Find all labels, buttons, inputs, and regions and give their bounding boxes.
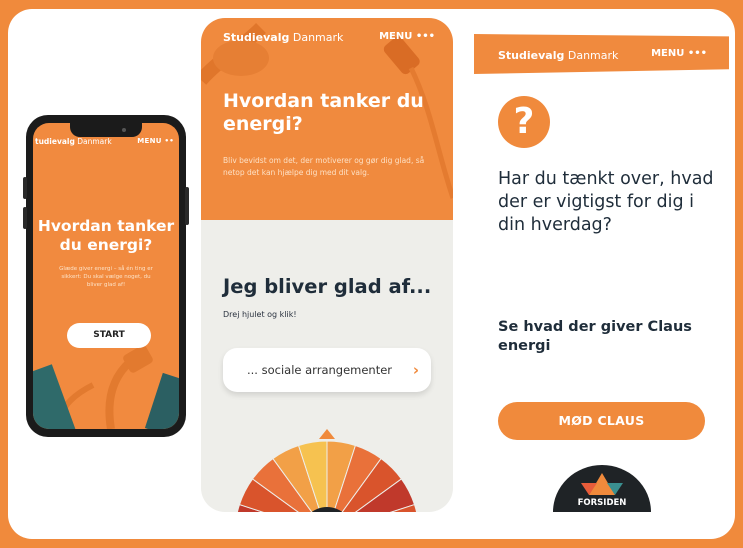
section-heading: Jeg bliver glad af... [223,275,432,298]
start-button[interactable]: START [67,323,151,348]
brand-logo[interactable]: Studievalg Danmark [498,49,618,62]
intro-text: Glæde giver energi – så én ting er sikke… [59,266,153,288]
wheel-screen: Studievalg Danmark MENU ••• Hvordan tank… [201,18,453,512]
brand-logo[interactable]: Studievalg Danmark [223,31,343,44]
page-title: Hvordan tanker du energi? [37,217,175,254]
hero-section: Studievalg Danmark MENU ••• Hvordan tank… [201,18,453,220]
home-label[interactable]: FORSIDEN [553,498,651,508]
top-bar: Studievalg Danmark MENU ••• [474,34,729,74]
question-mark-icon: ? [498,96,550,148]
instruction-text: Drej hjulet og klik! [223,310,297,319]
question-text: Har du tænkt over, hvad der er vigtigst … [498,169,714,235]
phone-button [185,187,189,225]
wheel-pointer [319,429,335,439]
phone-notch [70,123,142,137]
phone-mockup: tudievalg Danmark MENU •• Hvordan tanker… [23,115,189,437]
meet-claus-button[interactable]: MØD CLAUS [498,402,705,440]
phone-button [23,177,27,199]
spin-wheel[interactable]: ☝ [201,413,453,512]
intro-text: Bliv bevidst om det, der motiverer og gø… [223,156,425,177]
menu-button[interactable]: MENU ••• [379,31,435,42]
claus-heading: Se hvad der giver Claus energi [498,319,692,354]
page-title: Hvordan tanker du energi? [223,90,424,135]
phone-button [23,207,27,229]
chevron-right-icon[interactable]: › [413,361,419,379]
activity-select[interactable]: ... sociale arrangementer › [223,348,431,392]
menu-button[interactable]: MENU ••• [651,48,707,59]
phone-screen: tudievalg Danmark MENU •• Hvordan tanker… [33,123,179,429]
select-value: ... sociale arrangementer [247,363,393,377]
